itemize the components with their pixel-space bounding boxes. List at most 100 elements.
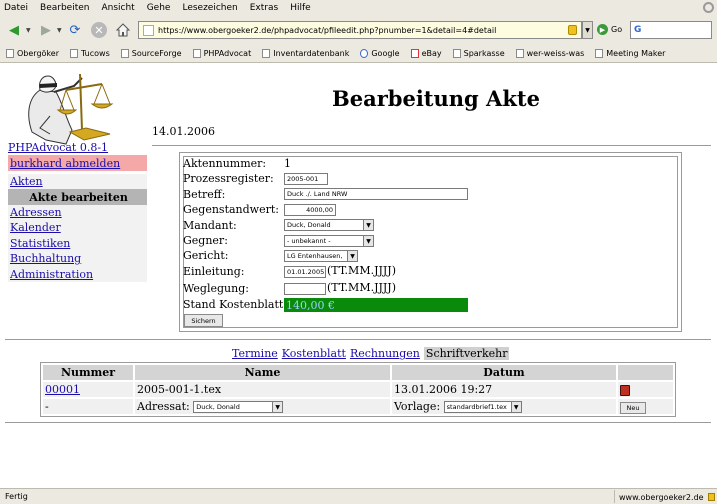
back-history-dropdown-icon[interactable]: ▼	[26, 27, 31, 34]
column-header-nummer: Nummer	[43, 365, 133, 380]
menu-lesezeichen[interactable]: Lesezeichen	[182, 3, 237, 13]
page-date: 14.01.2006	[152, 125, 215, 138]
bookmark-item[interactable]: Tucows	[69, 48, 110, 58]
administration-link[interactable]: Administration	[10, 268, 93, 281]
bookmark-page-icon	[452, 48, 461, 58]
search-input[interactable]: G	[630, 21, 712, 39]
aktennummer-value: 1	[284, 157, 291, 170]
bookmark-item[interactable]: Inventardatenbank	[262, 48, 349, 58]
forward-arrow-icon[interactable]: ▶	[37, 21, 55, 39]
address-dropdown-icon[interactable]: ▼	[582, 21, 593, 39]
cell-vorlage: Vorlage: standardbrief1.tex ▼	[392, 399, 616, 414]
table-header-row: Nummer Name Datum	[43, 365, 673, 380]
vorlage-label: Vorlage:	[394, 400, 441, 413]
gericht-label: Gericht:	[183, 249, 229, 262]
address-bar[interactable]: https://www.obergoeker2.de/phpadvocat/pf…	[138, 21, 582, 39]
gegner-select[interactable]: - unbekannt - ▼	[284, 235, 374, 247]
menu-extras[interactable]: Extras	[250, 3, 278, 13]
tab-rechnungen[interactable]: Rechnungen	[350, 347, 420, 360]
einleitung-format-hint: (TT.MM.JJJJ)	[327, 264, 397, 277]
page-icon	[143, 24, 154, 36]
sidebar-item-akten: Akten	[8, 174, 147, 190]
document-number-link[interactable]: 00001	[45, 383, 80, 396]
chevron-down-icon: ▼	[510, 402, 521, 412]
justitia-logo	[10, 70, 120, 146]
google-search-icon: G	[634, 25, 642, 35]
stop-icon[interactable]: ✕	[90, 21, 108, 39]
menu-bearbeiten[interactable]: Bearbeiten	[40, 3, 89, 13]
weglegung-label: Weglegung:	[183, 282, 249, 295]
kalender-link[interactable]: Kalender	[10, 221, 61, 234]
new-document-button[interactable]: Neu	[620, 401, 646, 414]
betreff-label: Betreff:	[183, 188, 226, 201]
status-host-panel: www.obergoeker2.de	[614, 490, 717, 503]
menu-gehe[interactable]: Gehe	[147, 3, 171, 13]
menu-ansicht[interactable]: Ansicht	[101, 3, 134, 13]
bookmark-page-icon	[69, 48, 78, 58]
cell-datum: 13.01.2006 19:27	[392, 382, 616, 397]
gegner-label: Gegner:	[183, 234, 228, 247]
prozessregister-input[interactable]: 2005-001	[284, 173, 328, 185]
adressat-select[interactable]: Duck, Donald ▼	[193, 401, 284, 413]
sidebar-item-statistiken: Statistiken	[8, 235, 147, 251]
secure-lock-icon[interactable]	[568, 25, 577, 35]
address-url[interactable]: https://www.obergoeker2.de/phpadvocat/pf…	[158, 26, 568, 35]
save-button[interactable]: Sichern	[184, 314, 223, 327]
bookmark-page-icon	[6, 48, 14, 58]
adressen-link[interactable]: Adressen	[10, 206, 62, 219]
browser-menubar: Datei Bearbeiten Ansicht Gehe Lesezeiche…	[0, 0, 717, 16]
bookmark-item[interactable]: Obergöker	[6, 48, 59, 58]
new-document-row: - Adressat: Duck, Donald ▼ Vorlage: stand…	[43, 399, 673, 414]
logout-link[interactable]: burkhard abmelden	[10, 157, 120, 170]
akten-link[interactable]: Akten	[10, 175, 43, 188]
mandant-select[interactable]: Duck, Donald ▼	[284, 219, 374, 231]
cell-dash: -	[43, 399, 133, 414]
tab-kostenblatt[interactable]: Kostenblatt	[282, 347, 346, 360]
bookmark-item[interactable]: Sparkasse	[452, 48, 505, 58]
bookmark-item[interactable]: PHPAdvocat	[192, 48, 251, 58]
delete-icon[interactable]	[620, 384, 630, 396]
tab-schriftverkehr[interactable]: Schriftverkehr	[423, 347, 510, 360]
aktennummer-label: Aktennummer:	[183, 157, 267, 170]
home-icon[interactable]	[114, 21, 132, 39]
bookmark-item[interactable]: eBay	[410, 48, 442, 58]
bookmark-item[interactable]: wer-weiss-was	[515, 48, 584, 58]
kostenblatt-label: Stand Kostenblatt:	[183, 298, 288, 311]
einleitung-input[interactable]: 01.01.2005	[284, 266, 326, 278]
weglegung-input[interactable]	[284, 283, 326, 295]
status-text: Fertig	[5, 492, 28, 501]
chevron-down-icon: ▼	[363, 220, 373, 230]
version-link[interactable]: PHPAdvocat 0.8-1	[8, 141, 108, 154]
bookmarks-toolbar: Obergöker Tucows SourceForge PHPAdvocat …	[0, 44, 717, 63]
prozessregister-label: Prozessregister:	[183, 172, 274, 185]
betreff-input[interactable]: Duck ./. Land NRW	[284, 188, 468, 200]
mandant-select-value: Duck, Donald	[287, 221, 331, 229]
gegenstandwert-label: Gegenstandwert:	[183, 203, 279, 216]
gegenstandwert-input[interactable]: 4000,00	[284, 204, 336, 216]
bookmark-page-icon	[595, 48, 604, 58]
go-label: Go	[611, 25, 623, 34]
gericht-select[interactable]: LG Entenhausen, ▼	[284, 250, 358, 262]
sidebar-item-administration: Administration	[8, 266, 147, 282]
reload-icon[interactable]: ⟳	[66, 21, 84, 39]
bookmark-item[interactable]: Google	[360, 48, 400, 58]
menu-datei[interactable]: Datei	[4, 3, 28, 13]
cell-new: Neu	[618, 399, 673, 414]
status-lock-icon[interactable]	[707, 493, 715, 501]
menu-hilfe[interactable]: Hilfe	[290, 3, 310, 13]
forward-history-dropdown-icon[interactable]: ▼	[57, 27, 62, 34]
documents-table: Nummer Name Datum 00001 2005-001-1.tex 1…	[40, 362, 676, 417]
sidebar-item-akte-bearbeiten: Akte bearbeiten	[8, 189, 147, 205]
column-header-name: Name	[135, 365, 390, 380]
bookmark-item[interactable]: Meeting Maker	[595, 48, 665, 58]
cell-name: 2005-001-1.tex	[135, 382, 390, 397]
bookmark-item[interactable]: SourceForge	[120, 48, 182, 58]
ebay-icon	[410, 48, 419, 58]
buchhaltung-link[interactable]: Buchhaltung	[10, 252, 81, 265]
go-button[interactable]: ▶ Go	[597, 24, 622, 35]
back-arrow-icon[interactable]: ◀	[5, 21, 23, 39]
statistiken-link[interactable]: Statistiken	[10, 237, 70, 250]
vorlage-select[interactable]: standardbrief1.tex ▼	[443, 401, 522, 413]
browser-navbar: ◀ ▼ ▶ ▼ ⟳ ✕ https://www.obergoeker2.de/p…	[0, 16, 717, 44]
tab-termine[interactable]: Termine	[232, 347, 278, 360]
